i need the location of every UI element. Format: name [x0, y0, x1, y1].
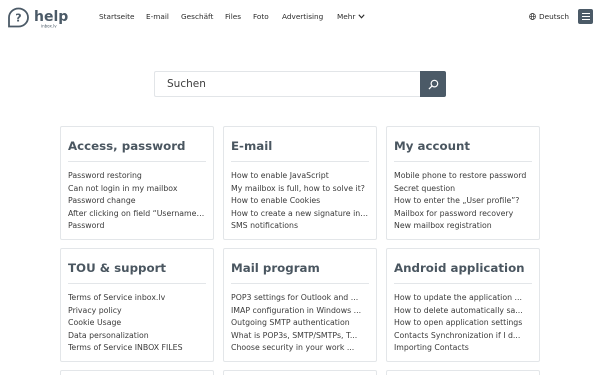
card-link[interactable]: Password restoring: [68, 170, 205, 183]
card-link[interactable]: How to update the application ...: [394, 292, 531, 305]
card-link[interactable]: Data personalization: [68, 330, 205, 343]
card-title[interactable]: My account: [394, 139, 470, 153]
card-link[interactable]: How to enable Cookies: [231, 195, 368, 208]
card-link[interactable]: New mailbox registration: [394, 220, 531, 233]
card-link[interactable]: SMS notifications: [231, 220, 368, 233]
category-card-android-application: Android application How to update the ap…: [386, 248, 540, 362]
svg-text:inbox.lv: inbox.lv: [41, 24, 57, 29]
hamburger-icon-bar: [581, 12, 590, 14]
card-link[interactable]: Privacy policy: [68, 305, 205, 318]
card-divider: [231, 283, 369, 284]
nav-advertising[interactable]: Advertising: [282, 12, 323, 21]
card-link[interactable]: How to delete automatically sa...: [394, 305, 531, 318]
card-link[interactable]: How to open application settings: [394, 317, 531, 330]
card-title[interactable]: Android application: [394, 261, 525, 275]
category-card-mail-program: Mail program POP3 settings for Outlook a…: [223, 248, 377, 362]
card-link[interactable]: Choose security in your work ...: [231, 342, 368, 355]
card-divider: [394, 161, 532, 162]
search-button[interactable]: [420, 71, 446, 97]
language-label: Deutsch: [539, 12, 570, 21]
card-links: Mobile phone to restore password Secret …: [394, 170, 531, 233]
category-card-partial: [60, 370, 214, 375]
card-divider: [68, 161, 206, 162]
search-icon: [427, 79, 438, 90]
card-title[interactable]: TOU & support: [68, 261, 166, 275]
card-link[interactable]: Mailbox for password recovery: [394, 208, 531, 221]
header: ? help inbox.lv Startseite E-mail Geschä…: [0, 0, 600, 36]
nav-foto[interactable]: Foto: [253, 12, 269, 21]
card-links: How to enable JavaScript My mailbox is f…: [231, 170, 368, 233]
nav-more-label: Mehr: [337, 12, 356, 21]
card-divider: [394, 283, 532, 284]
help-logo[interactable]: ? help inbox.lv: [6, 6, 76, 30]
search-input[interactable]: [154, 71, 420, 97]
card-title[interactable]: Access, password: [68, 139, 185, 153]
card-link[interactable]: My mailbox is full, how to solve it?: [231, 183, 368, 196]
card-link[interactable]: Cookie Usage: [68, 317, 205, 330]
card-link[interactable]: Mobile phone to restore password: [394, 170, 531, 183]
card-links: Password restoring Can not login in my m…: [68, 170, 205, 233]
nav-files[interactable]: Files: [225, 12, 241, 21]
card-link[interactable]: What is POP3s, SMTP/SMTPs, T...: [231, 330, 368, 343]
card-link[interactable]: POP3 settings for Outlook and ...: [231, 292, 368, 305]
search-bar: [154, 71, 446, 97]
card-link[interactable]: Outgoing SMTP authentication: [231, 317, 368, 330]
card-divider: [68, 283, 206, 284]
card-links: How to update the application ... How to…: [394, 292, 531, 355]
card-links: Terms of Service inbox.lv Privacy policy…: [68, 292, 205, 355]
globe-icon: [529, 13, 536, 20]
nav-startseite[interactable]: Startseite: [99, 12, 135, 21]
category-card-tou-support: TOU & support Terms of Service inbox.lv …: [60, 248, 214, 362]
card-divider: [231, 161, 369, 162]
category-card-partial: [223, 370, 377, 375]
card-link[interactable]: IMAP configuration in Windows ...: [231, 305, 368, 318]
card-link[interactable]: Importing Contacts: [394, 342, 531, 355]
card-links: POP3 settings for Outlook and ... IMAP c…: [231, 292, 368, 355]
category-card-access-password: Access, password Password restoring Can …: [60, 126, 214, 240]
card-title[interactable]: E-mail: [231, 139, 272, 153]
hamburger-menu-button[interactable]: [578, 9, 593, 24]
card-link[interactable]: Secret question: [394, 183, 531, 196]
category-card-partial: [386, 370, 540, 375]
card-link[interactable]: Password: [68, 220, 205, 233]
category-card-email: E-mail How to enable JavaScript My mailb…: [223, 126, 377, 240]
nav-geschaeft[interactable]: Geschäft: [181, 12, 213, 21]
card-link[interactable]: After clicking on field “Username” ...: [68, 208, 205, 221]
svg-text:?: ?: [15, 12, 21, 25]
language-switcher[interactable]: Deutsch: [529, 12, 569, 21]
nav-more[interactable]: Mehr: [337, 12, 366, 21]
nav-email[interactable]: E-mail: [146, 12, 169, 21]
card-link[interactable]: Terms of Service inbox.lv: [68, 292, 205, 305]
card-link[interactable]: Can not login in my mailbox: [68, 183, 205, 196]
hamburger-icon-bar: [581, 19, 590, 21]
card-link[interactable]: How to create a new signature in my ...: [231, 208, 368, 221]
card-link[interactable]: Terms of Service INBOX FILES: [68, 342, 205, 355]
card-title[interactable]: Mail program: [231, 261, 320, 275]
category-card-my-account: My account Mobile phone to restore passw…: [386, 126, 540, 240]
card-link[interactable]: Password change: [68, 195, 205, 208]
card-link[interactable]: How to enable JavaScript: [231, 170, 368, 183]
card-link[interactable]: Contacts Synchronization if I d...: [394, 330, 531, 343]
chevron-down-icon: [358, 14, 366, 19]
card-link[interactable]: How to enter the „User profile”?: [394, 195, 531, 208]
hamburger-icon-bar: [581, 15, 590, 18]
